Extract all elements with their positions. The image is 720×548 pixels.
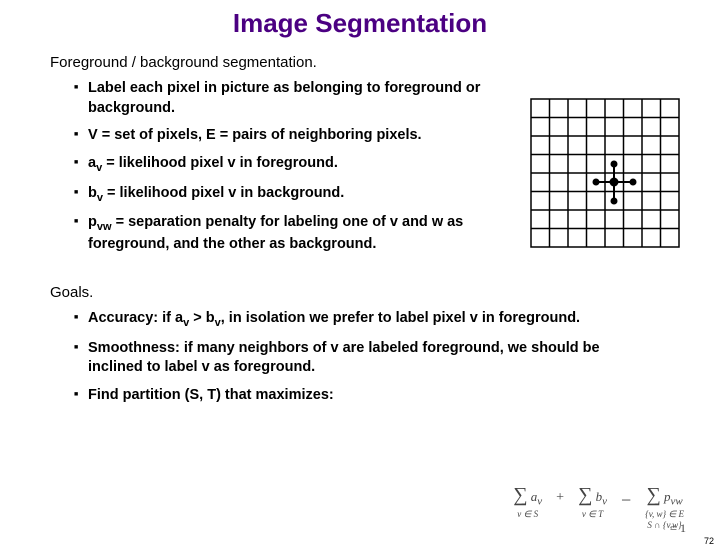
bullet-item: bv = likelihood pixel v in background. [74, 184, 488, 206]
bullet-item: Smoothness: if many neighbors of v are l… [74, 339, 608, 378]
section-heading-2: Goals. [50, 283, 670, 303]
bullet-list-2: Accuracy: if av > bv, in isolation we pr… [50, 309, 670, 405]
objective-formula: ∑ av v ∈ S + ∑ bv v ∈ T − ∑ pvw {v, w} ∈… [513, 488, 684, 530]
bullet-item: pvw = separation penalty for labeling on… [74, 213, 488, 254]
bullet-item: Label each pixel in picture as belonging… [74, 79, 488, 118]
section-heading-1: Foreground / background segmentation. [50, 53, 670, 73]
bullet-item: Find partition (S, T) that maximizes: [74, 386, 608, 406]
bullet-item: V = set of pixels, E = pairs of neighbor… [74, 126, 488, 146]
slide-title: Image Segmentation [0, 8, 720, 39]
bullet-item: Accuracy: if av > bv, in isolation we pr… [74, 309, 608, 331]
pixel-grid-figure [530, 98, 680, 253]
bullet-item: av = likelihood pixel v in foreground. [74, 154, 488, 176]
page-number: 72 [704, 536, 714, 546]
